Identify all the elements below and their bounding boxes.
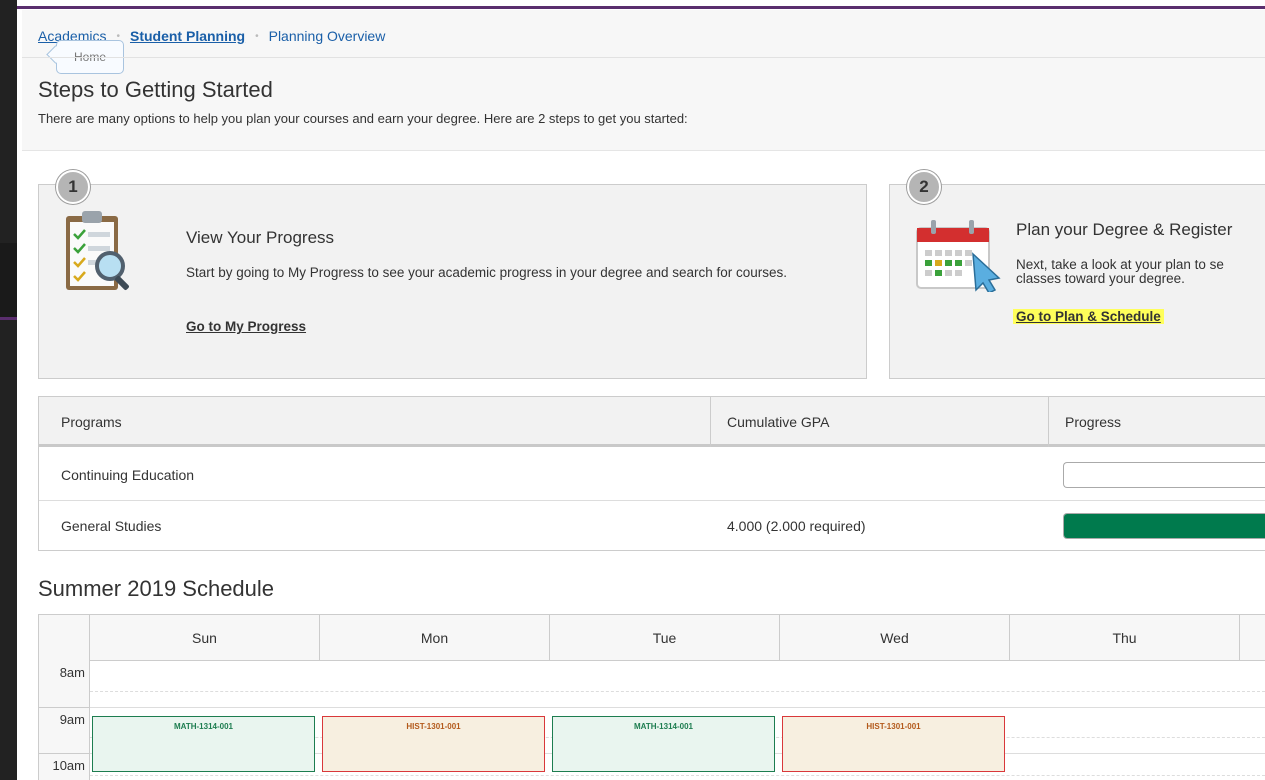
main-content: Academics • Student Planning • Planning … [22,10,1265,780]
half-hour-line [90,775,1265,776]
breadcrumb-separator: • [255,30,259,42]
time-label: 8am [59,665,85,680]
calendar-pointer-icon [916,220,1001,292]
go-to-plan-schedule-link[interactable]: Go to Plan & Schedule [1013,309,1164,324]
hour-line [90,707,1265,708]
hour-line [39,753,90,754]
programs-table: Programs Cumulative GPA Progress Continu… [38,396,1265,551]
go-to-my-progress-link[interactable]: Go to My Progress [186,319,306,334]
column-divider [710,397,711,447]
step-card-progress [38,184,867,379]
page-title: Steps to Getting Started [38,77,273,102]
column-header-progress: Progress [1065,414,1122,430]
side-nav-block [0,243,17,320]
step-title-plan: Plan your Degree & Register [1016,220,1233,239]
step-number-badge: 1 [56,170,90,204]
program-name: General Studies [61,518,162,534]
top-frame-edge [17,0,1265,10]
column-header-programs: Programs [61,414,122,430]
day-header-sun: Sun [90,615,320,661]
clipboard-magnifier-icon [66,211,129,290]
day-header-tue: Tue [550,615,780,661]
step-number-badge: 2 [907,170,941,204]
program-name: Continuing Education [61,467,195,483]
course-event-hist[interactable]: HIST-1301-001 [782,716,1005,772]
step-desc-plan: Next, take a look at your plan to se cla… [1016,258,1264,286]
half-hour-line [90,691,1265,692]
table-row: Continuing Education [39,450,1265,501]
time-gutter [39,615,90,780]
time-label: 9am [59,712,85,727]
column-divider [1048,397,1049,447]
progress-fill [1064,514,1265,538]
progress-bar [1063,462,1265,488]
header-divider [22,57,1265,58]
day-header-wed: Wed [780,615,1010,661]
breadcrumb-student-planning[interactable]: Student Planning [130,28,245,44]
schedule-calendar: Sun Mon Tue Wed Thu 8am 9am 10am MATH-13… [38,614,1265,780]
course-event-math[interactable]: MATH-1314-001 [92,716,315,772]
time-label: 10am [52,758,85,773]
step-desc-plan-text: Next, take a look at your plan to se cla… [1016,258,1224,286]
progress-bar [1063,513,1265,539]
programs-table-header: Programs Cumulative GPA Progress [39,397,1265,447]
table-row: General Studies 4.000 (2.000 required) [39,501,1265,552]
hour-line [39,707,90,708]
course-event-math[interactable]: MATH-1314-001 [552,716,775,772]
step-title-progress: View Your Progress [186,228,335,247]
column-header-gpa: Cumulative GPA [727,414,830,430]
left-frame-edge [0,0,17,780]
program-gpa: 4.000 (2.000 required) [727,518,866,534]
day-header-thu: Thu [1010,615,1240,661]
top-accent-line [17,6,1265,9]
day-header-mon: Mon [320,615,550,661]
course-event-hist[interactable]: HIST-1301-001 [322,716,545,772]
schedule-title: Summer 2019 Schedule [38,576,275,601]
breadcrumb-planning-overview[interactable]: Planning Overview [269,28,386,44]
step-desc-progress: Start by going to My Progress to see you… [186,265,788,280]
page-intro: There are many options to help you plan … [38,111,688,126]
